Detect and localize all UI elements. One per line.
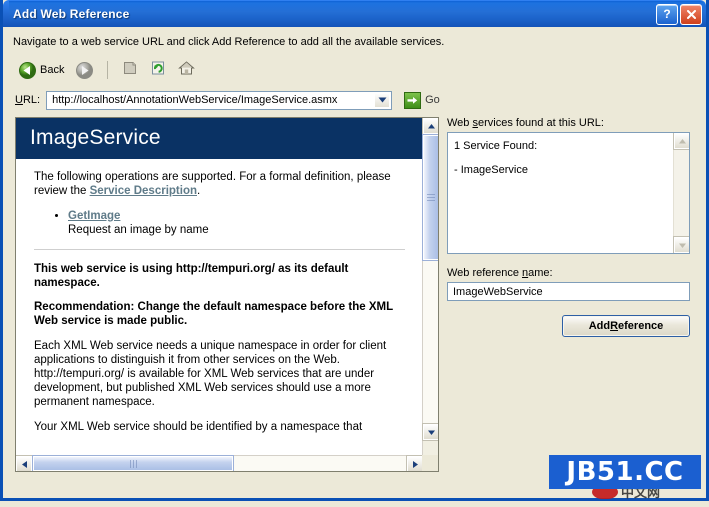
close-button[interactable] bbox=[680, 3, 702, 25]
right-pane: Web services found at this URL: 1 Servic… bbox=[447, 117, 697, 472]
scroll-up-button[interactable] bbox=[422, 118, 438, 135]
main-content: ImageService The following operations ar… bbox=[11, 117, 698, 472]
operation-description: Request an image by name bbox=[68, 224, 209, 236]
horizontal-rule bbox=[34, 249, 405, 250]
listbox-scroll-down-button bbox=[673, 236, 689, 253]
chevron-left-icon bbox=[21, 460, 27, 468]
scroll-down-button[interactable] bbox=[422, 423, 438, 441]
web-reference-name-field[interactable] bbox=[447, 282, 690, 301]
add-web-reference-dialog: Add Web Reference ? Navigate to a web se… bbox=[0, 0, 709, 501]
service-title-banner: ImageService bbox=[16, 118, 423, 159]
url-combobox[interactable] bbox=[46, 90, 393, 110]
scroll-thumb[interactable] bbox=[422, 134, 438, 261]
button-row: Add Reference bbox=[447, 315, 690, 337]
back-button-label: Back bbox=[40, 64, 65, 76]
scrollbar-corner bbox=[422, 455, 438, 471]
scroll-right-button[interactable] bbox=[406, 455, 424, 471]
grip-icon bbox=[129, 459, 137, 468]
web-reference-name-input[interactable] bbox=[451, 284, 689, 299]
go-arrow-icon bbox=[404, 91, 422, 109]
forward-arrow-icon bbox=[76, 61, 94, 79]
url-input[interactable] bbox=[50, 93, 375, 107]
operations-intro-text2: . bbox=[197, 185, 201, 197]
stop-button[interactable] bbox=[118, 58, 142, 83]
toolbar-separator bbox=[107, 61, 109, 79]
services-found-listbox[interactable]: 1 Service Found: - ImageService bbox=[447, 132, 690, 254]
home-button[interactable] bbox=[174, 58, 199, 83]
add-reference-button[interactable]: Add Reference bbox=[562, 315, 690, 337]
back-arrow-icon bbox=[19, 61, 36, 79]
scroll-left-button[interactable] bbox=[16, 455, 33, 471]
instruction-text: Navigate to a web service URL and click … bbox=[13, 36, 445, 48]
grip-icon bbox=[427, 194, 435, 201]
web-service-browser-pane: ImageService The following operations ar… bbox=[15, 117, 439, 472]
screenshot-root: Add Web Reference ? Navigate to a web se… bbox=[0, 0, 709, 507]
services-found-label: Web services found at this URL: bbox=[447, 117, 604, 129]
operations-intro-text1: The following operations are supported. … bbox=[34, 171, 391, 197]
namespace-paragraph-1: Each XML Web service needs a unique name… bbox=[34, 340, 387, 408]
browser-vertical-scrollbar[interactable] bbox=[422, 118, 438, 456]
refresh-icon bbox=[150, 60, 166, 81]
list-item: 1 Service Found: bbox=[454, 140, 538, 152]
operations-intro: The following operations are supported. … bbox=[16, 170, 423, 198]
web-reference-name-label: Web reference name: bbox=[447, 267, 553, 279]
service-description-link[interactable]: Service Description bbox=[90, 185, 197, 197]
operations-list: GetImage Request an image by name bbox=[16, 209, 423, 237]
url-label: URL: bbox=[15, 94, 41, 106]
navigation-toolbar: Back bbox=[11, 55, 698, 85]
title-bar-buttons: ? bbox=[656, 3, 706, 25]
window-title: Add Web Reference bbox=[13, 7, 130, 21]
chevron-up-icon bbox=[678, 138, 686, 143]
url-bar: URL: Go bbox=[11, 87, 698, 113]
title-bar: Add Web Reference ? bbox=[3, 0, 706, 27]
close-icon bbox=[686, 9, 696, 19]
dialog-body: Navigate to a web service URL and click … bbox=[3, 27, 706, 472]
chevron-up-icon bbox=[427, 123, 435, 128]
url-dropdown-button[interactable] bbox=[374, 92, 391, 108]
chevron-down-icon bbox=[678, 243, 686, 248]
browser-horizontal-scrollbar[interactable] bbox=[16, 455, 424, 471]
chevron-right-icon bbox=[412, 460, 418, 468]
listbox-scroll-up-button bbox=[673, 133, 689, 150]
forward-button[interactable] bbox=[72, 60, 97, 81]
home-icon bbox=[178, 60, 196, 81]
operation-link-getimage[interactable]: GetImage bbox=[68, 210, 120, 222]
stop-icon bbox=[122, 60, 138, 81]
list-item: GetImage Request an image by name bbox=[68, 209, 423, 237]
refresh-button[interactable] bbox=[146, 58, 170, 83]
namespace-recommendation: Recommendation: Change the default names… bbox=[34, 301, 393, 327]
hscroll-thumb[interactable] bbox=[32, 455, 234, 471]
chevron-down-icon bbox=[427, 430, 435, 435]
go-button[interactable]: Go bbox=[404, 91, 440, 109]
chevron-down-icon bbox=[378, 97, 387, 103]
go-button-label: Go bbox=[425, 94, 440, 106]
back-button[interactable]: Back bbox=[15, 60, 68, 81]
watermark-text: JB51.CC bbox=[566, 457, 684, 487]
namespace-notice: This web service is using http://tempuri… bbox=[34, 263, 349, 289]
question-mark-icon: ? bbox=[663, 7, 671, 21]
list-item[interactable]: - ImageService bbox=[454, 163, 683, 178]
browser-document: ImageService The following operations ar… bbox=[16, 118, 423, 456]
namespace-paragraph-2: Your XML Web service should be identifie… bbox=[34, 421, 363, 433]
listbox-vertical-scrollbar[interactable] bbox=[673, 133, 689, 253]
watermark-banner: JB51.CC bbox=[549, 455, 701, 489]
help-button[interactable]: ? bbox=[656, 3, 678, 25]
